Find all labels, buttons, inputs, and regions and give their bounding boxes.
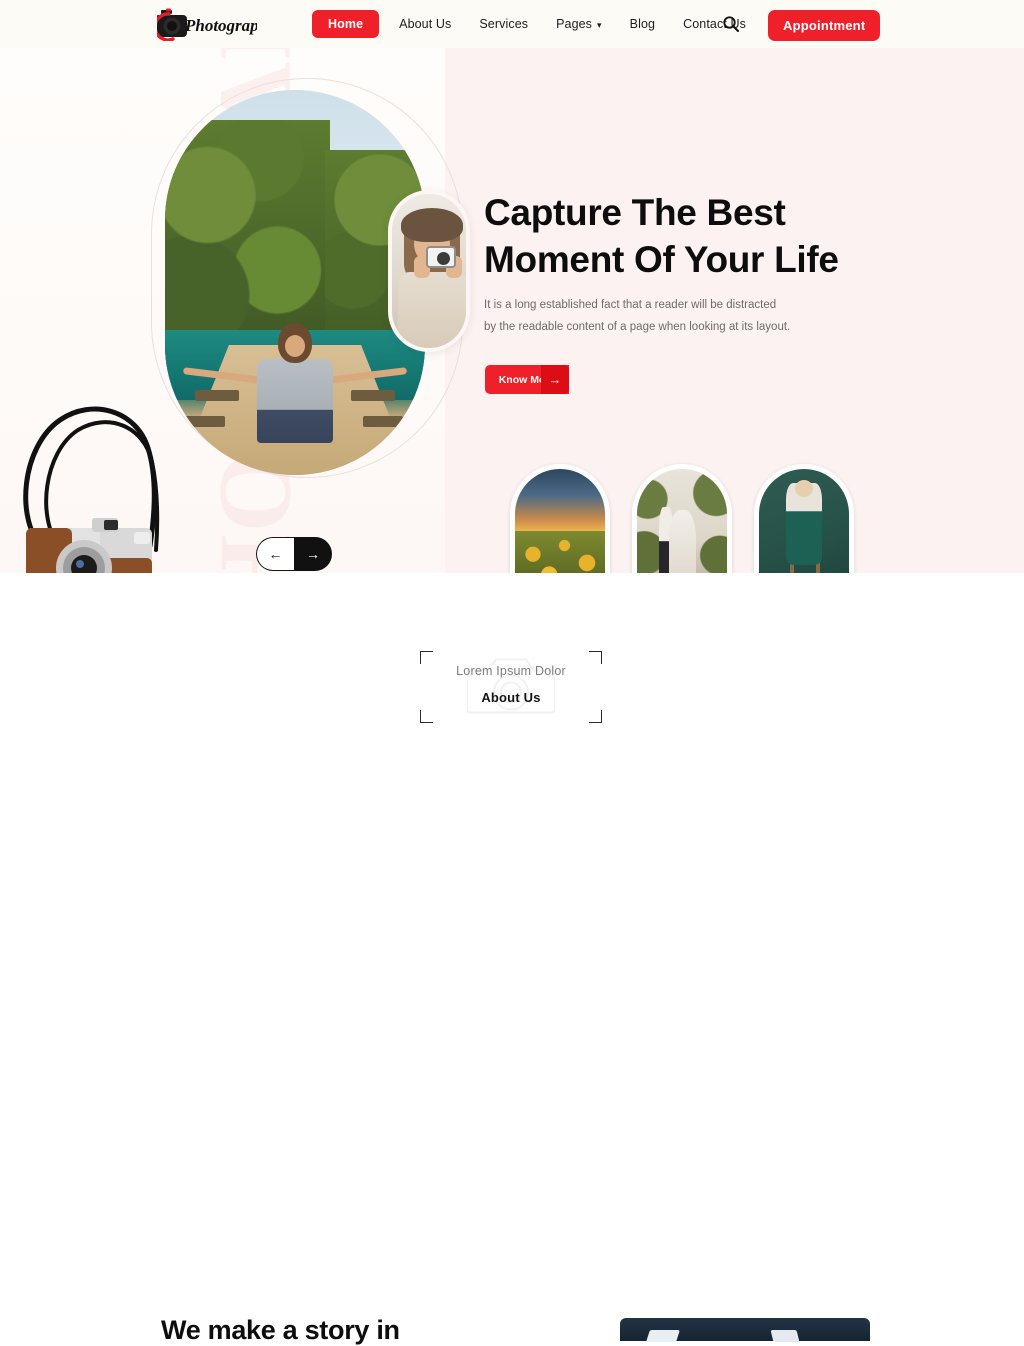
nav-item-services[interactable]: Services	[465, 17, 542, 31]
corner-bracket-top-left	[420, 651, 433, 664]
nav-label: Home	[328, 17, 364, 31]
story-heading: We make a story in	[161, 1315, 400, 1345]
nav-label: Services	[479, 17, 529, 31]
camera-outline-icon	[466, 653, 556, 722]
slider-prev-button[interactable]: ←	[256, 537, 294, 571]
corner-bracket-bottom-left	[420, 710, 433, 723]
thumbnail-portrait[interactable]	[754, 464, 854, 573]
chevron-down-icon: ▾	[597, 19, 602, 30]
vintage-camera-image	[8, 400, 173, 573]
appointment-button[interactable]: Appointment	[768, 10, 881, 41]
know-more-arrow-icon[interactable]: →	[541, 365, 569, 394]
corner-bracket-bottom-right	[589, 710, 602, 723]
nav-label: Pages	[556, 17, 593, 31]
nav-item-about-us[interactable]: About Us	[385, 17, 465, 31]
about-section: Lorem Ipsum Dolor About Us We make a sto…	[0, 573, 1024, 1345]
corner-bracket-top-right	[589, 651, 602, 664]
camera-logo-icon: Photography	[157, 8, 257, 41]
about-subtitle: Lorem Ipsum Dolor	[456, 664, 566, 678]
thumbnail-sunflowers[interactable]	[510, 464, 610, 573]
slider-next-button[interactable]: →	[294, 537, 332, 571]
top-navbar: Photography Home About Us Services Pages…	[0, 0, 1024, 48]
thumbnail-wedding[interactable]	[632, 464, 732, 573]
hero-description-line1: It is a long established fact that a rea…	[484, 299, 777, 311]
hero-section: PHOTOGRAPHY Capture The Best Moment Of Y…	[0, 48, 1024, 573]
nav-menu: Home About Us Services Pages ▾ Blog Cont…	[312, 0, 760, 48]
nav-item-contact-us[interactable]: Contact Us	[669, 17, 760, 31]
about-title: About Us	[481, 690, 541, 705]
search-icon[interactable]	[722, 15, 740, 33]
hero-inset-image	[388, 190, 470, 352]
nav-item-pages[interactable]: Pages ▾	[542, 17, 616, 31]
hero-title-line2: Moment Of Your Life	[484, 239, 839, 280]
hero-description: It is a long established fact that a rea…	[484, 294, 824, 338]
svg-text:Photography: Photography	[184, 16, 257, 35]
brand-logo[interactable]: Photography	[157, 6, 257, 42]
nav-label: Blog	[629, 17, 656, 31]
nav-label: About Us	[399, 17, 452, 31]
nav-item-blog[interactable]: Blog	[616, 17, 669, 31]
hero-title-line1: Capture The Best	[484, 192, 786, 233]
hero-description-line2: by the readable content of a page when l…	[484, 321, 791, 333]
nav-item-home[interactable]: Home	[312, 10, 380, 38]
story-image	[620, 1318, 870, 1342]
hero-thumbnail-gallery	[510, 464, 854, 573]
hero-main-image	[165, 90, 425, 475]
hero-title: Capture The Best Moment Of Your Life	[484, 189, 904, 283]
about-heading-block: Lorem Ipsum Dolor About Us	[420, 651, 602, 723]
slider-navigation: ← →	[256, 537, 332, 571]
